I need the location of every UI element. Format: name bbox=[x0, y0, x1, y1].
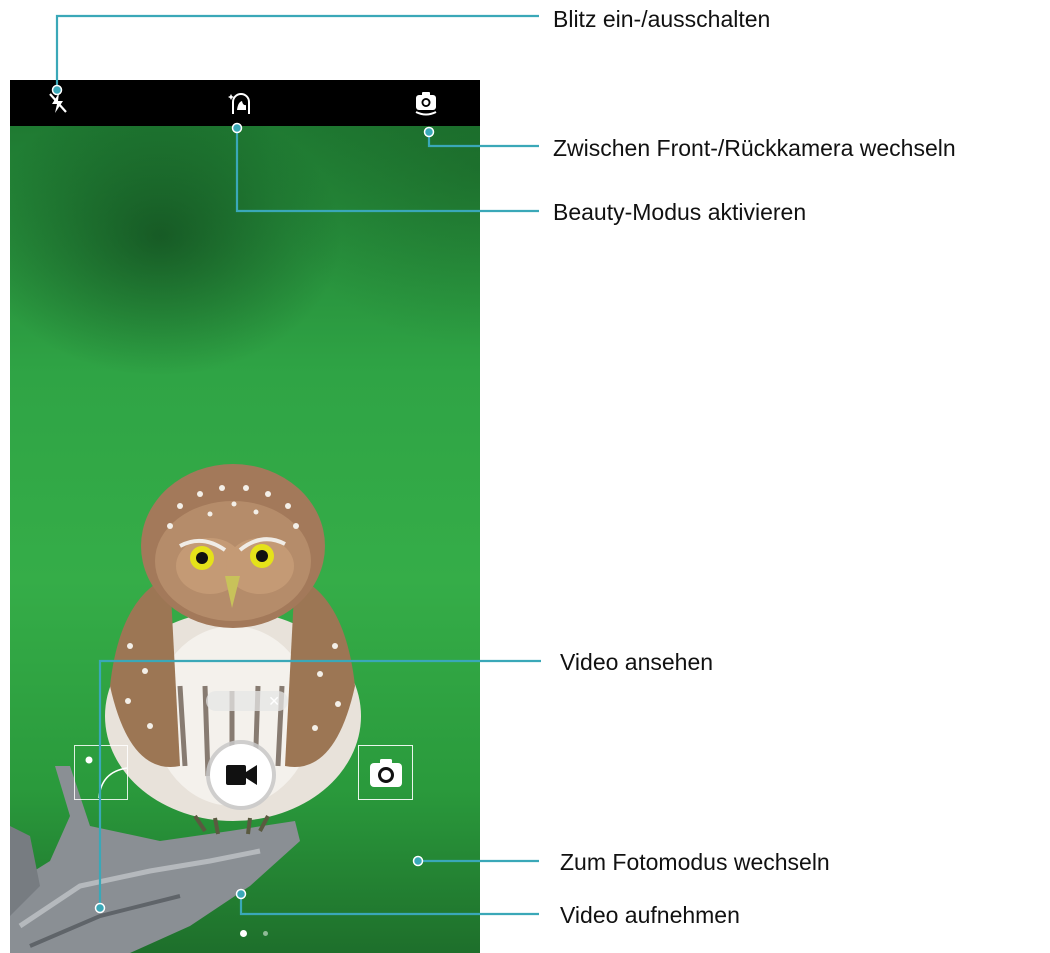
callout-record bbox=[239, 894, 539, 916]
label-beauty: Beauty-Modus aktivieren bbox=[553, 199, 807, 225]
callout-beauty bbox=[235, 128, 539, 213]
label-view-video: Video ansehen bbox=[560, 649, 714, 675]
callout-view-video bbox=[98, 659, 541, 908]
label-record: Video aufnehmen bbox=[560, 902, 740, 928]
callout-flash bbox=[55, 14, 539, 90]
label-switch-camera: Zwischen Front-/Rückkamera wechseln bbox=[553, 135, 956, 161]
label-photo-mode: Zum Fotomodus wechseln bbox=[560, 849, 830, 875]
label-flash: Blitz ein-/ausschalten bbox=[553, 6, 771, 32]
callout-switch bbox=[427, 132, 539, 148]
